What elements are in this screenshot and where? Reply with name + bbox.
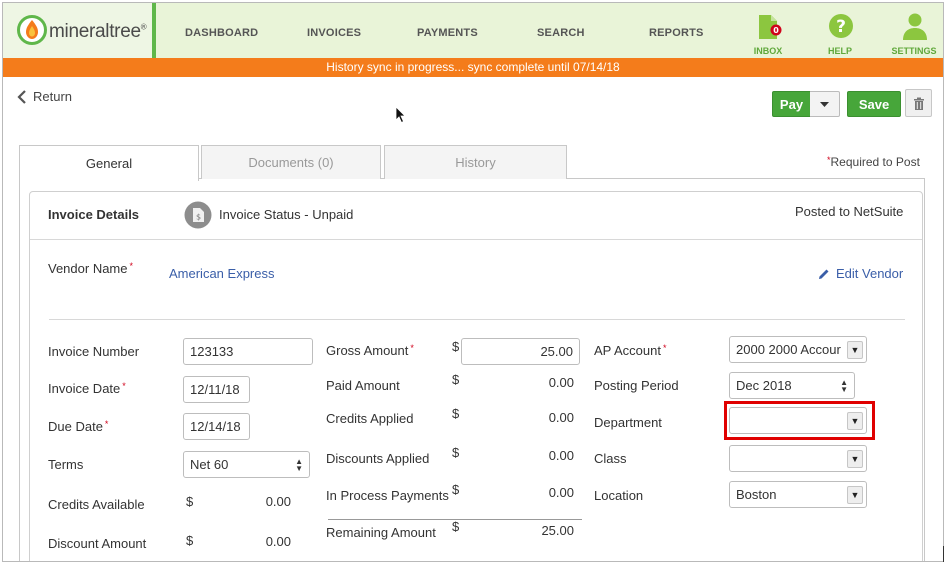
remaining-amount-value: 25.00 bbox=[541, 523, 574, 538]
pay-button[interactable]: Pay bbox=[772, 91, 811, 117]
discount-amount-value: 0.00 bbox=[265, 534, 291, 549]
credits-applied-value: 0.00 bbox=[548, 410, 574, 425]
delete-button[interactable] bbox=[905, 89, 932, 117]
nav-payments[interactable]: PAYMENTS bbox=[417, 27, 478, 39]
paid-amount-value: 0.00 bbox=[548, 375, 574, 390]
invoice-status: Invoice Status - Unpaid bbox=[219, 207, 354, 222]
updown-arrows-icon: ▲ ▼ bbox=[295, 457, 303, 473]
class-label: Class bbox=[594, 451, 627, 466]
credits-available-label: Credits Available bbox=[48, 497, 145, 512]
credits-available-value: 0.00 bbox=[265, 494, 291, 509]
tab-documents[interactable]: Documents (0) bbox=[201, 145, 381, 179]
invoice-number-input[interactable]: 123133 bbox=[183, 338, 313, 365]
svg-text:0: 0 bbox=[773, 26, 779, 35]
nav-reports[interactable]: REPORTS bbox=[649, 27, 704, 39]
return-link[interactable]: Return bbox=[17, 89, 72, 104]
pencil-icon bbox=[819, 269, 829, 279]
user-settings-icon bbox=[903, 13, 927, 40]
paid-amount-currency: $ bbox=[452, 372, 460, 387]
due-date-label: Due Date * bbox=[48, 419, 109, 434]
inbox-icon: 0 bbox=[759, 15, 782, 39]
save-button[interactable]: Save bbox=[847, 91, 901, 117]
in-process-currency: $ bbox=[452, 482, 460, 497]
credits-applied-currency: $ bbox=[452, 406, 460, 421]
edit-vendor-link[interactable]: Edit Vendor bbox=[818, 266, 903, 281]
credits-available-currency: $ bbox=[186, 494, 194, 509]
logo[interactable]: mineraltree® bbox=[3, 3, 156, 58]
vendor-name-link[interactable]: American Express bbox=[169, 266, 274, 281]
svg-text:?: ? bbox=[836, 17, 846, 37]
invoice-date-label: Invoice Date * bbox=[48, 381, 126, 396]
vendor-name-label: Vendor Name * bbox=[48, 261, 134, 276]
top-nav-bar: mineraltree® DASHBOARD INVOICES PAYMENTS… bbox=[3, 3, 943, 58]
updown-arrows-icon: ▲ ▼ bbox=[840, 378, 848, 394]
document-status-icon: $ bbox=[184, 201, 212, 229]
terms-label: Terms bbox=[48, 457, 84, 472]
svg-text:$: $ bbox=[196, 213, 201, 222]
nav-settings[interactable]: SETTINGS bbox=[889, 12, 939, 58]
remaining-amount-currency: $ bbox=[452, 519, 460, 534]
text-cursor-mark bbox=[943, 546, 944, 562]
in-process-payments-label: In Process Payments bbox=[326, 488, 449, 503]
app-window: mineraltree® DASHBOARD INVOICES PAYMENTS… bbox=[2, 2, 944, 562]
class-select[interactable]: ▼ bbox=[729, 445, 867, 472]
discounts-applied-currency: $ bbox=[452, 445, 460, 460]
discount-amount-label: Discount Amount bbox=[48, 536, 147, 551]
nav-invoices[interactable]: INVOICES bbox=[307, 27, 361, 39]
invoice-details-title: Invoice Details bbox=[48, 207, 140, 222]
posting-period-select[interactable]: Dec 2018 ▲ ▼ bbox=[729, 372, 855, 399]
invoice-date-input[interactable]: 12/11/18 bbox=[183, 376, 250, 403]
gross-amount-currency: $ bbox=[452, 339, 460, 354]
return-label: Return bbox=[33, 89, 73, 104]
dropdown-arrow-icon: ▼ bbox=[847, 486, 863, 504]
mineraltree-logo-icon bbox=[17, 15, 47, 45]
remaining-amount-label: Remaining Amount bbox=[326, 525, 436, 540]
ap-account-select[interactable]: 2000 2000 Accour ▼ bbox=[729, 336, 867, 363]
trash-icon bbox=[913, 97, 924, 110]
dropdown-arrow-icon: ▼ bbox=[847, 450, 863, 468]
location-label: Location bbox=[594, 488, 644, 503]
discounts-applied-label: Discounts Applied bbox=[326, 451, 430, 466]
nav-search[interactable]: SEARCH bbox=[537, 27, 585, 39]
settings-label: SETTINGS bbox=[891, 46, 937, 56]
due-date-input[interactable]: 12/14/18 bbox=[183, 413, 250, 440]
discount-amount-currency: $ bbox=[186, 533, 194, 548]
in-process-payments-value: 0.00 bbox=[548, 485, 574, 500]
department-highlight bbox=[724, 401, 875, 440]
ap-account-label: AP Account * bbox=[594, 343, 667, 358]
pay-options-dropdown[interactable] bbox=[810, 91, 840, 117]
logo-wordmark: mineraltree® bbox=[49, 21, 147, 42]
terms-select[interactable]: Net 60 ▲ ▼ bbox=[183, 451, 310, 478]
paid-amount-label: Paid Amount bbox=[326, 378, 400, 393]
chevron-left-icon bbox=[17, 89, 26, 104]
invoice-card-header bbox=[30, 192, 922, 240]
department-label: Department bbox=[594, 415, 662, 430]
sync-status-banner: History sync in progress... sync complet… bbox=[3, 58, 943, 77]
gross-amount-input[interactable]: 25.00 bbox=[461, 338, 580, 365]
gross-amount-label: Gross Amount * bbox=[326, 343, 414, 358]
mouse-cursor-icon bbox=[395, 106, 406, 124]
tab-history[interactable]: History bbox=[384, 145, 567, 179]
section-divider bbox=[49, 319, 905, 320]
nav-dashboard[interactable]: DASHBOARD bbox=[185, 27, 258, 39]
tab-general[interactable]: General bbox=[19, 145, 199, 181]
help-label: HELP bbox=[827, 46, 852, 56]
invoice-number-label: Invoice Number bbox=[48, 344, 140, 359]
required-note: *Required to Post bbox=[827, 155, 920, 169]
posted-status: Posted to NetSuite bbox=[795, 204, 904, 219]
discounts-applied-value: 0.00 bbox=[548, 448, 574, 463]
location-select[interactable]: Boston ▼ bbox=[729, 481, 867, 508]
dropdown-arrow-icon: ▼ bbox=[847, 341, 863, 359]
caret-down-icon bbox=[820, 101, 829, 107]
inbox-label: INBOX bbox=[753, 46, 783, 56]
help-icon: ? bbox=[829, 14, 853, 38]
nav-inbox[interactable]: 0 INBOX bbox=[743, 12, 793, 58]
nav-help[interactable]: ? HELP bbox=[815, 12, 865, 58]
posting-period-label: Posting Period bbox=[594, 378, 679, 393]
credits-applied-label: Credits Applied bbox=[326, 411, 414, 426]
